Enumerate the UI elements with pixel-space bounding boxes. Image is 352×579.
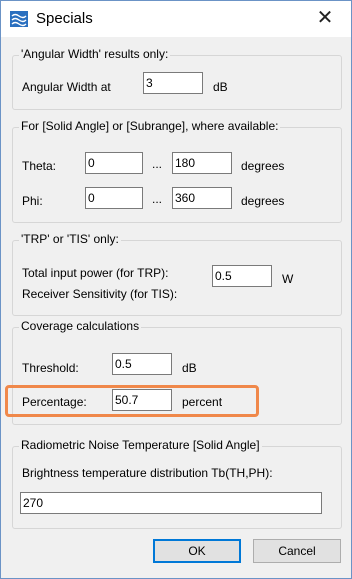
threshold-label: Threshold: [22,361,79,375]
coverage-legend: Coverage calculations [19,319,142,333]
window-title: Specials [36,10,93,27]
power-input[interactable] [212,265,272,287]
ok-button[interactable]: OK [153,539,241,563]
phi-range-sep: ... [152,192,163,206]
theta-range-sep: ... [152,157,163,171]
noise-temperature-legend: Radiometric Noise Temperature [Solid Ang… [19,438,262,452]
threshold-unit: dB [182,361,197,375]
angular-width-label: Angular Width at [22,80,111,94]
phi-from-input[interactable] [85,187,143,209]
percentage-unit: percent [182,395,223,409]
tis-label: Receiver Sensitivity (for TIS): [22,287,178,301]
percentage-input[interactable] [112,389,172,411]
specials-dialog: Specials ✕ 'Angular Width' results only:… [0,0,352,579]
brightness-label: Brightness temperature distribution Tb(T… [22,466,273,480]
cancel-button[interactable]: Cancel [253,539,341,563]
phi-to-input[interactable] [172,187,232,209]
trp-label: Total input power (for TRP): [22,266,169,280]
theta-to-input[interactable] [172,152,232,174]
phi-unit: degrees [241,194,285,208]
theta-unit: degrees [241,159,285,173]
brightness-input[interactable] [20,492,322,514]
close-icon[interactable]: ✕ [313,6,337,30]
theta-from-input[interactable] [85,152,143,174]
phi-label: Phi: [22,194,43,208]
wave-icon [10,11,28,27]
angular-width-legend: 'Angular Width' results only: [19,47,171,61]
title-bar: Specials ✕ [1,1,351,37]
angular-width-unit: dB [213,80,228,94]
threshold-input[interactable] [112,353,172,375]
theta-label: Theta: [22,159,57,173]
trp-tis-legend: 'TRP' or 'TIS' only: [19,232,121,246]
power-unit: W [282,272,294,286]
angular-width-input[interactable] [143,72,203,94]
percentage-label: Percentage: [22,395,87,409]
noise-temperature-group: Radiometric Noise Temperature [Solid Ang… [12,438,342,529]
solid-angle-legend: For [Solid Angle] or [Subrange], where a… [19,119,281,133]
